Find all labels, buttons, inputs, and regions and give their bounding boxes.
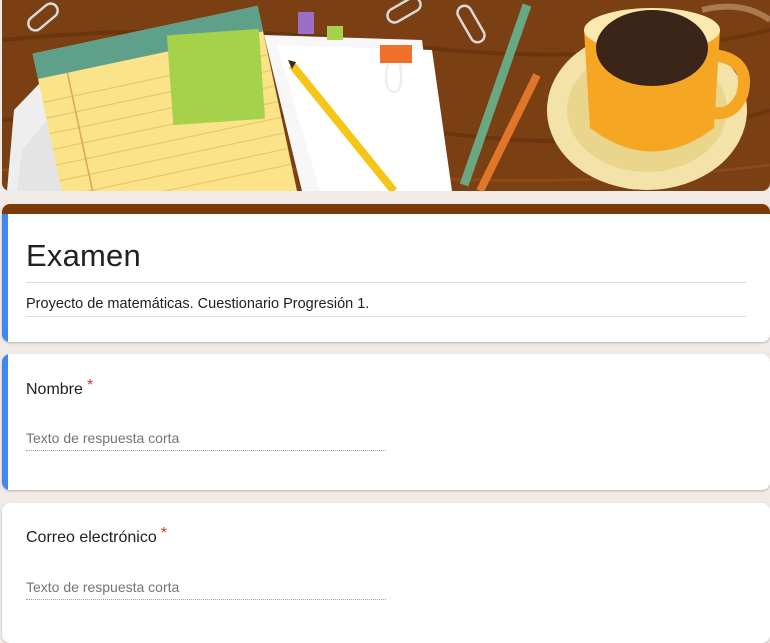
active-card-indicator [2, 354, 8, 490]
question-label: Nombre [26, 381, 83, 398]
theme-color-bar [2, 204, 770, 214]
active-card-indicator [2, 214, 8, 342]
question-label: Correo electrónico [26, 529, 157, 546]
required-asterisk: * [86, 377, 94, 394]
header-banner-image [2, 0, 770, 191]
required-asterisk: * [160, 525, 167, 542]
form-description: Proyecto de matemáticas. Cuestionario Pr… [26, 296, 370, 312]
question-card-nombre[interactable]: Nombre * [2, 354, 770, 490]
short-answer-input-correo[interactable] [26, 575, 386, 600]
short-answer-input-nombre[interactable] [26, 426, 386, 451]
form-title: Examen [26, 238, 141, 273]
question-title: Correo electrónico * [26, 525, 167, 547]
question-card-correo[interactable]: Correo electrónico * [2, 503, 770, 643]
description-divider [26, 316, 746, 317]
form-header-card: Examen Proyecto de matemáticas. Cuestion… [2, 204, 770, 342]
title-divider [26, 282, 746, 283]
question-title: Nombre * [26, 377, 93, 399]
